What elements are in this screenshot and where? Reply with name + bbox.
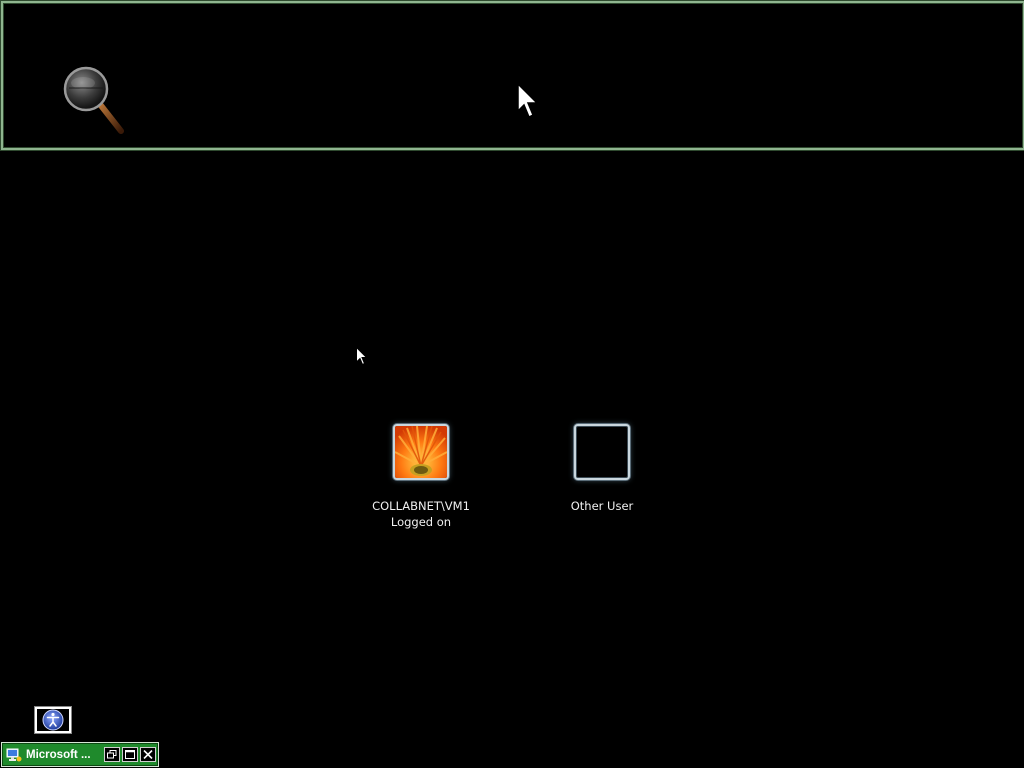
ease-of-access-button[interactable] — [34, 706, 72, 734]
magnifying-glass-icon — [63, 65, 127, 137]
close-icon — [143, 750, 153, 759]
user-tile-collabnet-vm1[interactable]: COLLABNET\VM1 Logged on — [352, 424, 490, 530]
maximize-button[interactable] — [122, 747, 138, 762]
user-picture[interactable] — [574, 424, 630, 480]
close-button[interactable] — [140, 747, 156, 762]
mouse-pointer-icon — [356, 346, 368, 366]
user-picture[interactable] — [393, 424, 449, 480]
user-tile-other-user[interactable]: Other User — [540, 424, 664, 514]
user-name: COLLABNET\VM1 — [372, 499, 470, 513]
orange-flower-icon — [395, 426, 447, 478]
remote-desktop-icon — [6, 748, 22, 761]
mouse-pointer-icon — [517, 82, 541, 119]
magnifier-panel — [1, 1, 1024, 150]
user-status: Logged on — [390, 515, 452, 529]
minimized-window[interactable]: Microsoft ... — [1, 742, 159, 767]
restore-icon — [107, 750, 117, 759]
ease-of-access-icon — [42, 709, 64, 731]
restore-button[interactable] — [104, 747, 120, 762]
user-name: Other User — [570, 499, 634, 513]
maximize-icon — [125, 750, 135, 759]
window-title: Microsoft ... — [26, 748, 91, 761]
logon-screen: COLLABNET\VM1 Logged on Other User Micro… — [0, 0, 1024, 768]
